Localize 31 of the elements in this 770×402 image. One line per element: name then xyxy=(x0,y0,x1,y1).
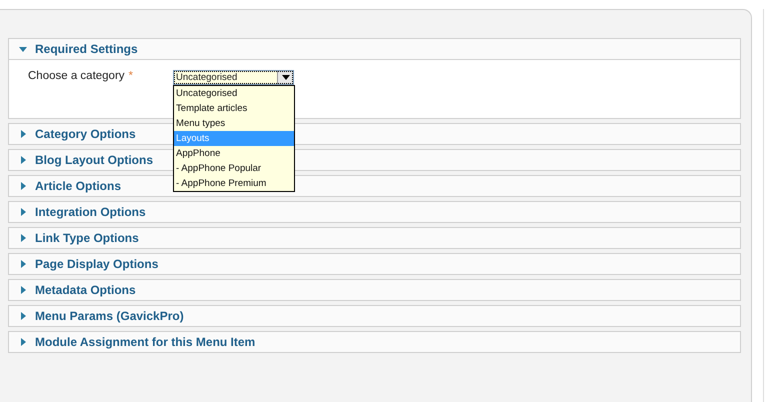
required-mark: * xyxy=(128,70,134,82)
dropdown-option[interactable]: Template articles xyxy=(174,101,294,116)
triangle-icon[interactable] xyxy=(19,312,27,320)
triangle-icon[interactable] xyxy=(19,45,27,53)
panel-title[interactable]: Required Settings xyxy=(35,42,138,56)
category-select[interactable]: Uncategorised xyxy=(173,70,294,85)
triangle-icon[interactable] xyxy=(19,208,27,216)
panel-title[interactable]: Menu Params (GavickPro) xyxy=(35,309,184,323)
dropdown-option[interactable]: Menu types xyxy=(174,116,294,131)
dropdown-option[interactable]: Uncategorised xyxy=(174,86,294,101)
dropdown-option[interactable]: - AppPhone Premium xyxy=(174,176,294,191)
dropdown-option[interactable]: AppPhone xyxy=(174,146,294,161)
field-label: Choose a category xyxy=(28,70,125,82)
panel-title[interactable]: Link Type Options xyxy=(35,231,139,245)
triangle-icon[interactable] xyxy=(19,130,27,138)
panel-title[interactable]: Module Assignment for this Menu Item xyxy=(35,335,256,349)
triangle-icon[interactable] xyxy=(19,338,27,346)
dropdown-button[interactable] xyxy=(277,71,294,84)
panel-title[interactable]: Metadata Options xyxy=(35,283,136,297)
triangle-icon[interactable] xyxy=(19,286,27,294)
panel-title[interactable]: Page Display Options xyxy=(35,257,158,271)
panel-title[interactable]: Article Options xyxy=(35,179,122,193)
triangle-icon[interactable] xyxy=(19,260,27,268)
panel-title[interactable]: Integration Options xyxy=(35,205,146,219)
dropdown-option[interactable]: - AppPhone Popular xyxy=(174,161,294,176)
panel-title[interactable]: Blog Layout Options xyxy=(35,153,153,167)
triangle-icon[interactable] xyxy=(19,234,27,242)
triangle-icon[interactable] xyxy=(19,156,27,164)
caret-icon xyxy=(282,75,290,80)
triangle-icon[interactable] xyxy=(19,182,27,190)
panel-title[interactable]: Category Options xyxy=(35,127,136,141)
